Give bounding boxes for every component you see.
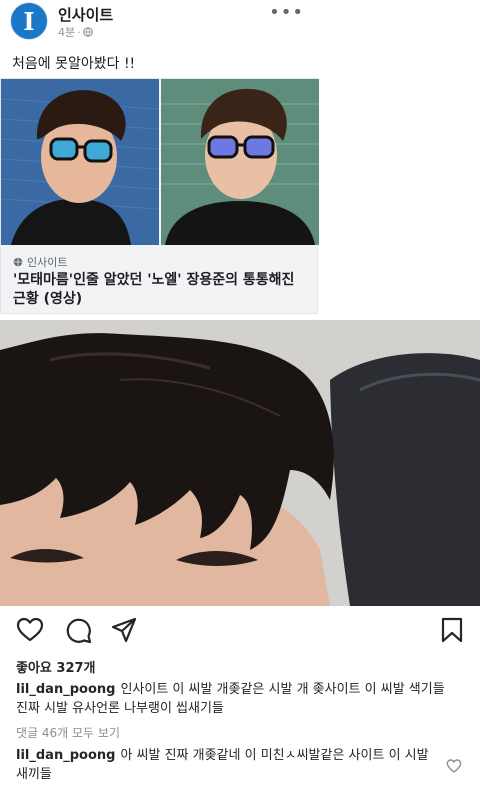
post-text: 처음에 못알아봤다 !!	[12, 56, 136, 72]
view-all-comments-link[interactable]: 댓글 46개 모두 보기	[16, 724, 120, 741]
bookmark-icon[interactable]	[438, 616, 466, 644]
facebook-post: I 인사이트 4분 · ••• 처음에 못알아봤다 !! 인사이트 '모태마름'…	[0, 0, 480, 320]
link-title[interactable]: '모태마름'인줄 알았던 '노엘' 장용준의 통통해진 근황 (영상)	[13, 271, 309, 309]
like-heart-icon[interactable]	[16, 616, 44, 644]
page-avatar[interactable]: I	[10, 2, 48, 40]
comment-icon[interactable]	[64, 616, 92, 644]
link-source: 인사이트	[13, 254, 67, 270]
comment-row: lil_dan_poong 아 씨발 진짜 개좆같네 이 미친ㅅ씨발같은 사이트 …	[16, 746, 436, 784]
comment-username[interactable]: lil_dan_poong	[16, 748, 115, 763]
globe-icon	[13, 257, 23, 267]
link-source-name: 인사이트	[27, 256, 68, 269]
link-photo-left	[1, 79, 159, 245]
post-photo[interactable]	[0, 320, 480, 606]
page-name[interactable]: 인사이트	[58, 4, 113, 25]
action-bar	[0, 616, 480, 644]
separator-dot: ·	[77, 25, 81, 39]
post-meta: 4분 ·	[58, 24, 93, 40]
post-caption: lil_dan_poong 인사이트 이 씨발 개좆같은 시발 개 좆사이트 이 …	[16, 680, 456, 718]
link-photo-right	[161, 79, 319, 245]
link-preview-card[interactable]: 인사이트 '모태마름'인줄 알았던 '노엘' 장용준의 통통해진 근황 (영상)	[0, 78, 319, 314]
share-paper-plane-icon[interactable]	[110, 616, 138, 644]
caption-username[interactable]: lil_dan_poong	[16, 682, 115, 697]
comment-like-heart-icon[interactable]	[446, 758, 462, 774]
globe-icon	[82, 27, 93, 37]
more-options-button[interactable]: •••	[269, 2, 304, 23]
post-time[interactable]: 4분	[58, 24, 75, 40]
instagram-post: 좋아요 327개 lil_dan_poong 인사이트 이 씨발 개좆같은 시발 …	[0, 320, 480, 788]
like-count[interactable]: 좋아요 327개	[16, 657, 96, 676]
